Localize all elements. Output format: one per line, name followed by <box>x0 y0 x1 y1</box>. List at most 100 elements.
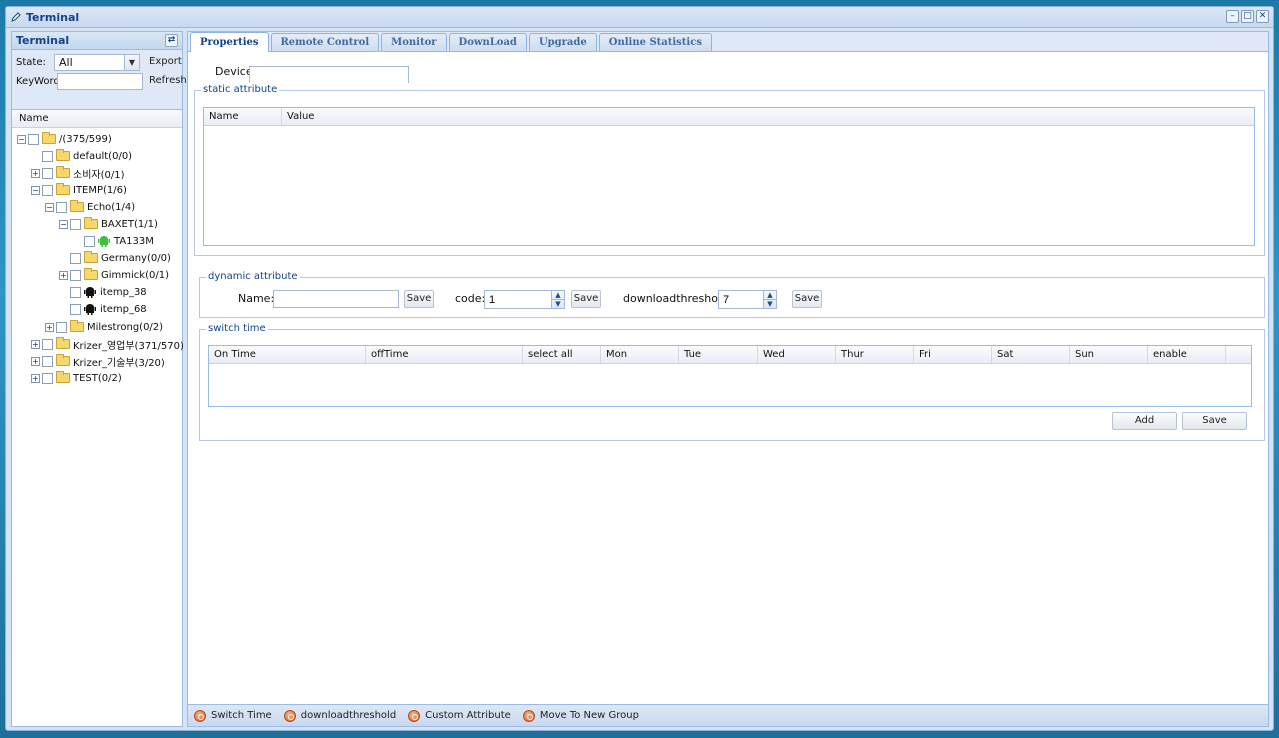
expand-icon[interactable]: + <box>31 356 40 366</box>
column-on-time[interactable]: On Time <box>209 346 366 363</box>
chevron-down-icon[interactable]: ▼ <box>764 300 776 309</box>
switch-time-action[interactable]: Switch Time <box>194 709 272 722</box>
move-to-new-group-action[interactable]: Move To New Group <box>522 709 639 722</box>
maximize-icon[interactable]: □ <box>1241 10 1254 23</box>
tree-checkbox[interactable] <box>42 184 53 196</box>
downloadthreshold-action-label: downloadthreshold <box>300 710 397 721</box>
expand-icon[interactable]: + <box>31 168 40 178</box>
keywords-input[interactable] <box>57 73 143 90</box>
refresh-link[interactable]: Refresh <box>149 75 187 86</box>
tree-checkbox[interactable] <box>42 167 53 179</box>
collapse-icon[interactable]: − <box>31 185 40 195</box>
tree-node-consumer[interactable]: + 소비자(0/1) <box>31 165 125 181</box>
column-select-all[interactable]: select all <box>523 346 601 363</box>
folder-icon <box>70 200 84 212</box>
tree-node-itemp68[interactable]: itemp_68 <box>70 301 147 317</box>
custom-attribute-action[interactable]: Custom Attribute <box>408 709 511 722</box>
state-select[interactable]: All ▼ <box>54 54 140 71</box>
tree-checkbox[interactable] <box>84 235 95 247</box>
tree-node-itemp38[interactable]: itemp_38 <box>70 284 147 300</box>
column-enable[interactable]: enable <box>1148 346 1226 363</box>
minimize-icon[interactable]: – <box>1226 10 1239 23</box>
column-wed[interactable]: Wed <box>758 346 836 363</box>
collapse-icon[interactable]: − <box>45 202 54 212</box>
chevron-up-icon[interactable]: ▲ <box>552 291 564 300</box>
expand-icon[interactable]: + <box>31 339 40 349</box>
collapse-icon[interactable]: − <box>17 134 26 144</box>
column-name[interactable]: Name <box>204 108 282 125</box>
code-input[interactable] <box>484 290 552 309</box>
tree-checkbox[interactable] <box>70 252 81 264</box>
save-code-button[interactable]: Save <box>571 290 601 308</box>
tree-node-krizer-sales[interactable]: + Krizer_영업부(371/570) <box>31 336 184 352</box>
switch-time-action-label: Switch Time <box>211 710 272 721</box>
save-name-button[interactable]: Save <box>404 290 434 308</box>
expand-icon[interactable]: + <box>31 373 40 383</box>
switch-grid-header: On Time offTime select all Mon Tue Wed T… <box>209 346 1251 364</box>
tree-node-root[interactable]: − /(375/599) <box>17 131 112 147</box>
tree-checkbox[interactable] <box>42 338 53 350</box>
tree-node-itemp[interactable]: − ITEMP(1/6) <box>31 182 127 198</box>
tree-node-milestrong[interactable]: + Milestrong(0/2) <box>45 319 163 335</box>
static-attribute-fieldset: static attribute Name Value <box>194 84 1265 256</box>
expand-icon[interactable]: + <box>45 322 54 332</box>
close-icon[interactable]: ✕ <box>1256 10 1269 23</box>
tree-node-baxet[interactable]: − BAXET(1/1) <box>59 216 158 232</box>
export-link[interactable]: Export <box>149 56 182 67</box>
column-value[interactable]: Value <box>282 108 1254 125</box>
tree-column-header[interactable]: Name <box>12 110 182 128</box>
column-sun[interactable]: Sun <box>1070 346 1148 363</box>
code-spinner[interactable]: ▲ ▼ <box>551 290 565 309</box>
save-threshold-button[interactable]: Save <box>792 290 822 308</box>
tree-node-label: Milestrong(0/2) <box>87 321 164 333</box>
sync-icon[interactable]: ⇄ <box>165 34 178 47</box>
tree-node-test[interactable]: + TEST(0/2) <box>31 370 122 386</box>
chevron-down-icon[interactable]: ▼ <box>124 55 139 70</box>
tree-checkbox[interactable] <box>42 150 53 162</box>
threshold-spinner[interactable]: ▲ ▼ <box>763 290 777 309</box>
tree-node-germany[interactable]: Germany(0/0) <box>70 250 171 266</box>
tree-checkbox[interactable] <box>70 269 81 281</box>
tree-checkbox[interactable] <box>70 218 81 230</box>
tree-node-gimmick[interactable]: + Gimmick(0/1) <box>59 267 169 283</box>
name-input[interactable] <box>273 290 399 308</box>
device-input[interactable] <box>249 66 409 83</box>
tree-node-krizer-tech[interactable]: + Krizer_기술부(3/20) <box>31 353 165 369</box>
tree-checkbox[interactable] <box>42 355 53 367</box>
folder-icon <box>56 337 70 349</box>
column-thur[interactable]: Thur <box>836 346 914 363</box>
tab-monitor[interactable]: Monitor <box>381 33 447 51</box>
device-label: Device <box>215 65 253 78</box>
tab-upgrade[interactable]: Upgrade <box>528 33 597 51</box>
tree-checkbox[interactable] <box>70 286 81 298</box>
chevron-down-icon[interactable]: ▼ <box>552 300 564 309</box>
column-off-time[interactable]: offTime <box>366 346 523 363</box>
column-mon[interactable]: Mon <box>601 346 679 363</box>
folder-icon <box>56 354 70 366</box>
expand-icon[interactable]: + <box>59 270 68 280</box>
column-fri[interactable]: Fri <box>914 346 992 363</box>
add-switch-button[interactable]: Add <box>1112 412 1177 430</box>
tree-checkbox[interactable] <box>70 303 81 315</box>
threshold-input[interactable] <box>718 290 764 309</box>
tree-node-ta133m[interactable]: TA133M <box>84 233 154 249</box>
save-switch-button[interactable]: Save <box>1182 412 1247 430</box>
tab-online-statistics[interactable]: Online Statistics <box>598 33 712 51</box>
code-label: code: <box>455 292 486 305</box>
tree-checkbox[interactable] <box>56 201 67 213</box>
tree-checkbox[interactable] <box>42 372 53 384</box>
tree-node-default[interactable]: default(0/0) <box>42 148 132 164</box>
tab-remote-control[interactable]: Remote Control <box>270 33 380 51</box>
tree-node-echo[interactable]: − Echo(1/4) <box>45 199 135 215</box>
chevron-up-icon[interactable]: ▲ <box>764 291 776 300</box>
column-tue[interactable]: Tue <box>679 346 758 363</box>
tab-download[interactable]: DownLoad <box>448 33 527 51</box>
column-sat[interactable]: Sat <box>992 346 1070 363</box>
tab-properties[interactable]: Properties <box>190 32 269 52</box>
tree-checkbox[interactable] <box>28 133 39 145</box>
tree-checkbox[interactable] <box>56 321 67 333</box>
downloadthreshold-action[interactable]: downloadthreshold <box>283 709 397 722</box>
collapse-icon[interactable]: − <box>59 219 68 229</box>
pen-icon <box>11 12 21 22</box>
folder-icon <box>56 149 70 161</box>
